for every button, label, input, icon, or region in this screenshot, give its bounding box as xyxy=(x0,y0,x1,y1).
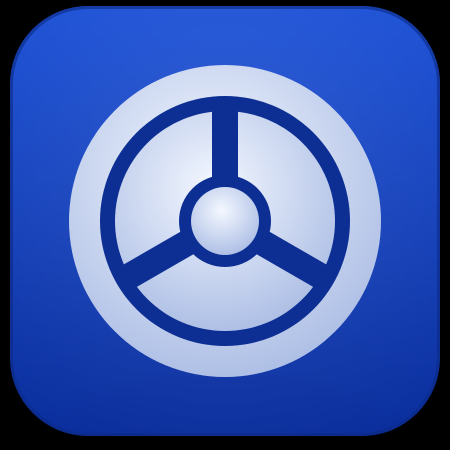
dial-icon xyxy=(10,6,440,436)
app-icon[interactable] xyxy=(10,6,440,436)
center-hub xyxy=(191,187,259,255)
screen xyxy=(0,0,450,450)
